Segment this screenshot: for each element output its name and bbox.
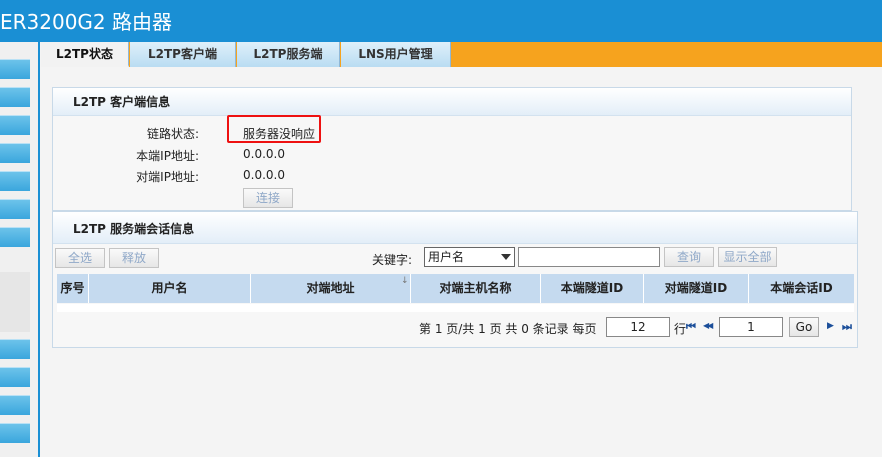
- column-header[interactable]: 对端主机名称: [411, 274, 541, 303]
- column-header[interactable]: 对端地址: [251, 274, 411, 303]
- release-button[interactable]: 释放: [109, 248, 159, 268]
- sidebar-item[interactable]: [0, 367, 30, 387]
- sort-icon: ↓: [401, 276, 409, 286]
- sidebar-item[interactable]: [0, 339, 30, 359]
- sidebar-item[interactable]: [0, 115, 30, 135]
- prev-page-icon[interactable]: ◀◀: [703, 321, 713, 330]
- sidebar-item[interactable]: [0, 395, 30, 415]
- sidebar-item[interactable]: [0, 87, 30, 107]
- sidebar-item[interactable]: [0, 171, 30, 191]
- tab-l2tp-client[interactable]: L2TP客户端: [130, 42, 236, 67]
- per-page-input[interactable]: 12: [606, 317, 670, 337]
- column-header[interactable]: 本端隧道ID: [541, 274, 644, 303]
- tab-l2tp-server[interactable]: L2TP服务端: [237, 42, 340, 67]
- next-page-icon[interactable]: ▶: [827, 321, 834, 331]
- highlight-box: [227, 115, 321, 143]
- keyword-select[interactable]: 用户名: [424, 247, 515, 267]
- sidebar-item[interactable]: [0, 143, 30, 163]
- peer-ip-label: 对端IP地址:: [136, 170, 199, 184]
- sidebar-divider: [0, 272, 30, 332]
- client-panel-title: L2TP 客户端信息: [53, 88, 851, 116]
- search-button[interactable]: 查询: [664, 247, 714, 267]
- column-header[interactable]: 用户名: [89, 274, 251, 303]
- column-header[interactable]: 序号: [57, 274, 89, 303]
- connect-button[interactable]: 连接: [243, 188, 293, 208]
- keyword-input[interactable]: [518, 247, 660, 267]
- page-number-input[interactable]: 1: [719, 317, 783, 337]
- peer-ip-value: 0.0.0.0: [243, 168, 285, 182]
- app-title: ER3200G2 路由器: [0, 10, 173, 34]
- pager-summary: 第 1 页/共 1 页 共 0 条记录 每页: [419, 322, 597, 336]
- table-body: [57, 304, 854, 312]
- local-ip-label: 本端IP地址:: [136, 149, 199, 163]
- server-panel-title: L2TP 服务端会话信息: [53, 212, 857, 244]
- show-all-button[interactable]: 显示全部: [718, 247, 777, 267]
- go-button[interactable]: Go: [789, 317, 819, 337]
- column-header[interactable]: 对端隧道ID: [644, 274, 749, 303]
- sidebar-item[interactable]: [0, 59, 30, 79]
- sidebar-item[interactable]: [0, 423, 30, 443]
- keyword-label: 关键字:: [372, 253, 413, 267]
- sidebar-item[interactable]: [0, 199, 30, 219]
- select-all-button[interactable]: 全选: [55, 248, 105, 268]
- chevron-down-icon: [501, 254, 511, 260]
- rows-label: 行: [674, 322, 687, 336]
- link-status-label: 链路状态:: [146, 127, 199, 141]
- sidebar: [0, 42, 40, 457]
- last-page-icon[interactable]: ⏭: [842, 320, 852, 334]
- tab-lns-user-management[interactable]: LNS用户管理: [341, 42, 451, 67]
- first-page-icon[interactable]: ⏮: [686, 320, 696, 334]
- local-ip-value: 0.0.0.0: [243, 147, 285, 161]
- top-header: ER3200G2 路由器: [0, 0, 882, 42]
- keyword-select-value: 用户名: [428, 250, 465, 264]
- sidebar-item[interactable]: [0, 227, 30, 247]
- tab-l2tp-status[interactable]: L2TP状态: [41, 42, 129, 67]
- column-header[interactable]: 本端会话ID: [749, 274, 854, 303]
